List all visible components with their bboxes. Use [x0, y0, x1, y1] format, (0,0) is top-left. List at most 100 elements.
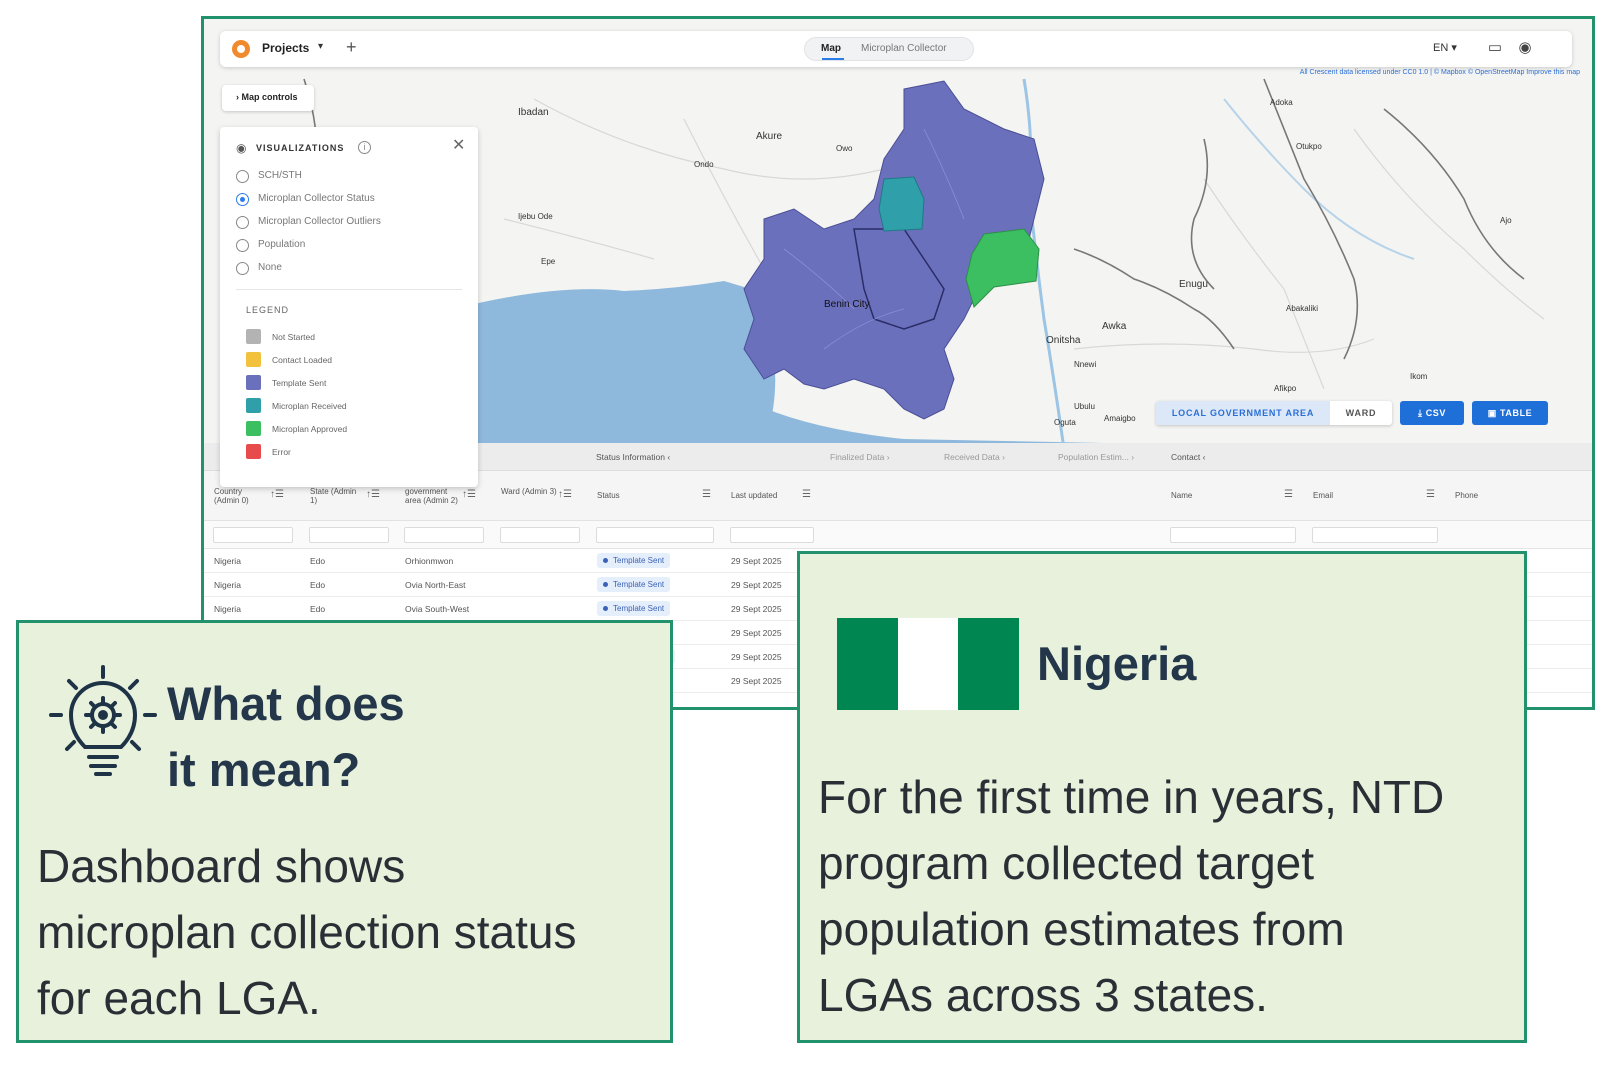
lagoon-water	[474, 281, 776, 449]
radio-button[interactable]	[236, 216, 249, 229]
chevron-right-icon: ›	[1131, 452, 1135, 462]
river-benue	[1223, 98, 1415, 260]
column-lga[interactable]: government area (Admin 2)	[405, 487, 459, 505]
filter-input[interactable]	[730, 527, 814, 543]
column-status[interactable]: Status	[597, 491, 620, 500]
filter-input[interactable]	[1312, 527, 1438, 543]
label-oguta: Oguta	[1054, 418, 1076, 427]
cell-state: Edo	[310, 580, 326, 590]
cell-lga: Ovia South-West	[405, 604, 470, 614]
group-label: Received Data	[944, 452, 1000, 462]
sort-menu-icon[interactable]: ↑☰	[270, 489, 284, 500]
sort-menu-icon[interactable]: ↑☰	[366, 489, 380, 500]
info-icon[interactable]: i	[358, 141, 371, 154]
eye-icon: ◉	[236, 141, 247, 155]
status-badge: Template Sent	[597, 577, 671, 592]
chat-icon[interactable]: ▭	[1486, 39, 1504, 57]
group-contact[interactable]: Contact ‹	[1171, 452, 1206, 462]
column-state[interactable]: State (Admin 1)	[310, 487, 364, 505]
legend-label: Template Sent	[272, 378, 327, 388]
radio-button[interactable]	[236, 262, 249, 275]
group-label: Finalized Data	[830, 452, 885, 462]
chevron-left-icon: ‹	[667, 452, 671, 462]
group-status-information[interactable]: Status Information ‹	[596, 452, 670, 462]
cell-updated: 29 Sept 2025	[731, 556, 782, 566]
sort-menu-icon[interactable]: ↑☰	[558, 489, 572, 500]
visualizations-title: VISUALIZATIONS	[256, 143, 345, 153]
column-ward[interactable]: Ward (Admin 3)	[501, 487, 557, 496]
label-ajo: Ajo	[1500, 216, 1512, 225]
flag-stripe	[837, 618, 898, 710]
tab-microplan-collector[interactable]: Microplan Collector	[861, 43, 947, 54]
projects-caret-icon[interactable]: ▾	[318, 41, 323, 52]
legend-swatch	[246, 375, 261, 390]
group-label: Population Estim...	[1058, 452, 1129, 462]
filter-row	[204, 521, 1592, 549]
radio-button-selected[interactable]	[236, 193, 249, 206]
menu-icon[interactable]: ☰	[1284, 489, 1293, 500]
chevron-right-icon: ›	[886, 452, 890, 462]
label-ibadan: Ibadan	[518, 107, 549, 118]
projects-menu[interactable]: Projects	[262, 41, 309, 55]
visualizations-panel: ◉ VISUALIZATIONS i ✕ SCH/STH Microplan C…	[220, 127, 478, 487]
column-name[interactable]: Name	[1171, 491, 1192, 500]
viz-option-label: Microplan Collector Outliers	[258, 216, 381, 227]
legend-label: Microplan Received	[272, 401, 347, 411]
cell-updated: 29 Sept 2025	[731, 628, 782, 638]
ward-level-button[interactable]: WARD	[1330, 401, 1392, 425]
callout-body-line: For the first time in years, NTD	[818, 771, 1445, 823]
tab-map[interactable]: Map	[821, 43, 841, 54]
group-received-data[interactable]: Received Data ›	[944, 452, 1005, 462]
lga-level-button[interactable]: LOCAL GOVERNMENT AREA	[1156, 401, 1330, 425]
label-ubulu: Ubulu	[1074, 402, 1095, 411]
column-phone[interactable]: Phone	[1455, 491, 1478, 500]
callout-body-line: Dashboard shows	[37, 840, 406, 892]
legend-label: Not Started	[272, 332, 315, 342]
callout-body-line: program collected target	[818, 837, 1315, 889]
cell-country: Nigeria	[214, 580, 241, 590]
radio-button[interactable]	[236, 239, 249, 252]
filter-input[interactable]	[213, 527, 293, 543]
map-controls-label: Map controls	[241, 92, 298, 102]
legend-swatch	[246, 352, 261, 367]
filter-input[interactable]	[309, 527, 389, 543]
map-attribution[interactable]: All Crescent data licensed under CC0 1.0…	[1300, 69, 1580, 76]
radio-button[interactable]	[236, 170, 249, 183]
group-finalized-data[interactable]: Finalized Data ›	[830, 452, 890, 462]
callout-body-line: for each LGA.	[37, 972, 321, 1024]
add-project-icon[interactable]: +	[346, 37, 357, 58]
filter-input[interactable]	[1170, 527, 1296, 543]
label-onitsha: Onitsha	[1046, 335, 1081, 346]
user-profile-icon[interactable]: ◉	[1516, 39, 1534, 57]
callout-heading-line: What does	[167, 677, 405, 730]
map-controls-button[interactable]: › Map controls	[222, 85, 314, 111]
cell-updated: 29 Sept 2025	[731, 580, 782, 590]
column-last-updated[interactable]: Last updated	[731, 491, 777, 500]
label-otukpo: Otukpo	[1296, 142, 1322, 151]
label-adoka: Adoka	[1270, 98, 1293, 107]
viz-option-label: Microplan Collector Status	[258, 193, 375, 204]
group-population-estimates[interactable]: Population Estim... ›	[1058, 452, 1134, 462]
language-selector[interactable]: EN ▾	[1433, 41, 1457, 54]
filter-input[interactable]	[500, 527, 580, 543]
callout-heading: What does it mean?	[167, 671, 405, 803]
column-country[interactable]: Country (Admin 0)	[214, 487, 266, 505]
csv-download-button[interactable]: ⤓ CSV	[1400, 401, 1464, 425]
sort-menu-icon[interactable]: ↑☰	[462, 489, 476, 500]
callout-heading-line: it mean?	[167, 743, 361, 796]
divider	[236, 289, 462, 290]
cell-state: Edo	[310, 604, 326, 614]
column-email[interactable]: Email	[1313, 491, 1333, 500]
menu-icon[interactable]: ☰	[702, 489, 711, 500]
table-button[interactable]: ▣ TABLE	[1472, 401, 1548, 425]
cell-country: Nigeria	[214, 556, 241, 566]
menu-icon[interactable]: ☰	[1426, 489, 1435, 500]
legend-swatch	[246, 398, 261, 413]
callout-heading: Nigeria	[1037, 637, 1197, 690]
close-icon[interactable]: ✕	[452, 135, 465, 155]
filter-input[interactable]	[596, 527, 714, 543]
label-awka: Awka	[1102, 321, 1127, 332]
viz-option-label: Population	[258, 239, 306, 250]
menu-icon[interactable]: ☰	[802, 489, 811, 500]
filter-input[interactable]	[404, 527, 484, 543]
